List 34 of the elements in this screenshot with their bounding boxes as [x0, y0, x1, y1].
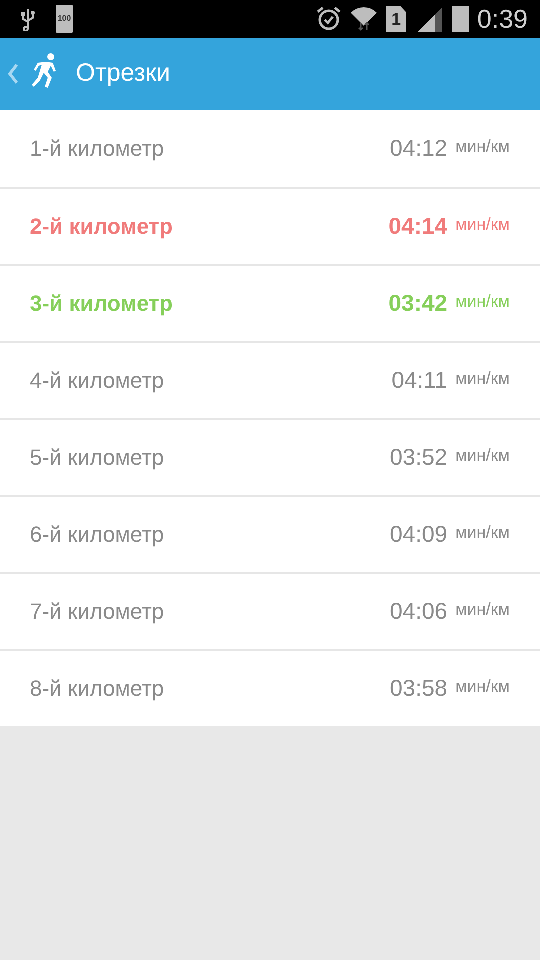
pace-unit: мин/км: [456, 214, 510, 236]
pace-value: 04:12: [390, 134, 448, 164]
pace-value: 04:14: [388, 212, 448, 242]
battery-level-text: 100: [58, 13, 72, 25]
back-icon: [8, 64, 18, 84]
screen-title: Отрезки: [76, 58, 171, 90]
split-label: 3-й километр: [30, 290, 173, 318]
pace-value: 03:52: [390, 443, 448, 472]
signal-icon: [418, 6, 444, 32]
pace-value: 04:09: [390, 520, 448, 550]
sim-slot-text: 1: [392, 10, 402, 28]
battery-icon: [452, 6, 470, 32]
usb-icon: [20, 7, 36, 31]
pace-unit: мин/км: [456, 136, 510, 158]
pace-unit: мин/км: [456, 368, 510, 390]
split-label: 6-й километр: [30, 521, 164, 549]
pace-unit: мин/км: [456, 290, 510, 313]
pace-unit: мин/км: [456, 522, 510, 544]
pace-value: 03:42: [388, 289, 448, 318]
split-label: 1-й километр: [30, 135, 164, 163]
split-label: 8-й километр: [30, 675, 164, 703]
alarm-icon: [316, 6, 342, 32]
split-label: 5-й километр: [30, 444, 164, 472]
split-label: 7-й километр: [30, 598, 164, 626]
pace-value: 04:11: [392, 366, 448, 396]
pace-unit: мин/км: [456, 444, 510, 467]
pace-unit: мин/км: [456, 598, 510, 621]
split-label: 2-й километр: [30, 213, 173, 241]
wifi-icon: [350, 6, 378, 32]
clock-text: 0:39: [477, 6, 528, 32]
pace-unit: мин/км: [456, 676, 510, 698]
split-label: 4-й километр: [30, 367, 164, 395]
pace-value: 03:58: [390, 674, 448, 704]
pace-value: 04:06: [390, 597, 448, 626]
